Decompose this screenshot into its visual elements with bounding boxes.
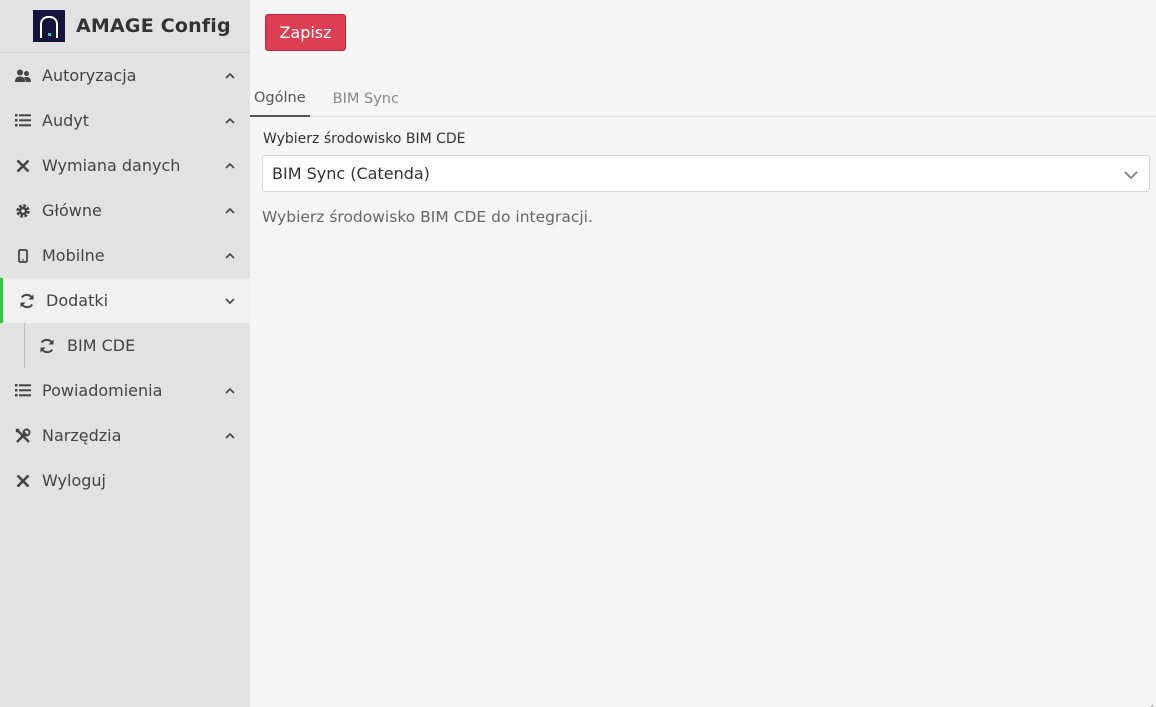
- sidebar-item-label: Wymiana danych: [42, 156, 181, 175]
- save-button[interactable]: Zapisz: [265, 14, 346, 51]
- sidebar-item-audyt[interactable]: Audyt: [0, 98, 250, 143]
- chevron-down-icon: [1123, 167, 1139, 183]
- sidebar-item-label: Wyloguj: [42, 471, 106, 490]
- sidebar-item-label: Główne: [42, 201, 102, 220]
- chevron-up-icon: [224, 160, 236, 172]
- chevron-up-icon: [224, 205, 236, 217]
- sidebar-item-autoryzacja[interactable]: Autoryzacja: [0, 53, 250, 98]
- sidebar-item-label: Audyt: [42, 111, 89, 130]
- sync-icon: [38, 337, 56, 355]
- env-select[interactable]: BIM Sync (Catenda): [262, 155, 1150, 192]
- tools-icon: [14, 427, 32, 445]
- sidebar-subitem-label: BIM CDE: [67, 336, 136, 355]
- list-icon: [14, 382, 32, 400]
- tab-bar: Ogólne BIM Sync: [250, 80, 1156, 117]
- env-select-label: Wybierz środowisko BIM CDE: [263, 131, 466, 147]
- chevron-up-icon: [224, 70, 236, 82]
- mobile-icon: [14, 247, 32, 265]
- env-select-help: Wybierz środowisko BIM CDE do integracji…: [262, 208, 593, 226]
- env-select-value: BIM Sync (Catenda): [272, 164, 430, 183]
- app-title: AMAGE Config: [76, 15, 231, 37]
- sync-icon: [18, 292, 36, 310]
- list-icon: [14, 112, 32, 130]
- sidebar-item-narzedzia[interactable]: Narzędzia: [0, 413, 250, 458]
- sidebar-item-dodatki[interactable]: Dodatki: [0, 278, 250, 323]
- close-x-icon: [14, 472, 32, 490]
- sidebar: AMAGE Config Autoryzacja Audyt Wymiana d…: [0, 0, 250, 707]
- sidebar-item-label: Autoryzacja: [42, 66, 137, 85]
- brand[interactable]: AMAGE Config: [0, 0, 250, 53]
- close-x-icon: [14, 157, 32, 175]
- chevron-up-icon: [224, 250, 236, 262]
- sidebar-item-wymiana-danych[interactable]: Wymiana danych: [0, 143, 250, 188]
- amage-logo: [33, 10, 65, 42]
- chevron-up-icon: [224, 385, 236, 397]
- sidebar-item-glowne[interactable]: Główne: [0, 188, 250, 233]
- gear-icon: [14, 202, 32, 220]
- sidebar-item-label: Powiadomienia: [42, 381, 163, 400]
- chevron-up-icon: [224, 115, 236, 127]
- main-content: Zapisz Ogólne BIM Sync Wybierz środowisk…: [250, 0, 1156, 707]
- sidebar-item-label: Narzędzia: [42, 426, 122, 445]
- sidebar-item-mobilne[interactable]: Mobilne: [0, 233, 250, 278]
- resize-handle-icon[interactable]: [1146, 697, 1154, 707]
- chevron-up-icon: [224, 430, 236, 442]
- chevron-down-icon: [224, 295, 236, 307]
- sidebar-item-label: Dodatki: [46, 291, 109, 310]
- tab-ogolne[interactable]: Ogólne: [250, 80, 310, 117]
- tab-bim-sync[interactable]: BIM Sync: [329, 80, 403, 117]
- sidebar-item-powiadomienia[interactable]: Powiadomienia: [0, 368, 250, 413]
- sidebar-item-wyloguj[interactable]: Wyloguj: [0, 458, 250, 503]
- users-icon: [14, 67, 32, 85]
- sidebar-item-label: Mobilne: [42, 246, 105, 265]
- sidebar-subitem-bim-cde[interactable]: BIM CDE: [0, 323, 250, 368]
